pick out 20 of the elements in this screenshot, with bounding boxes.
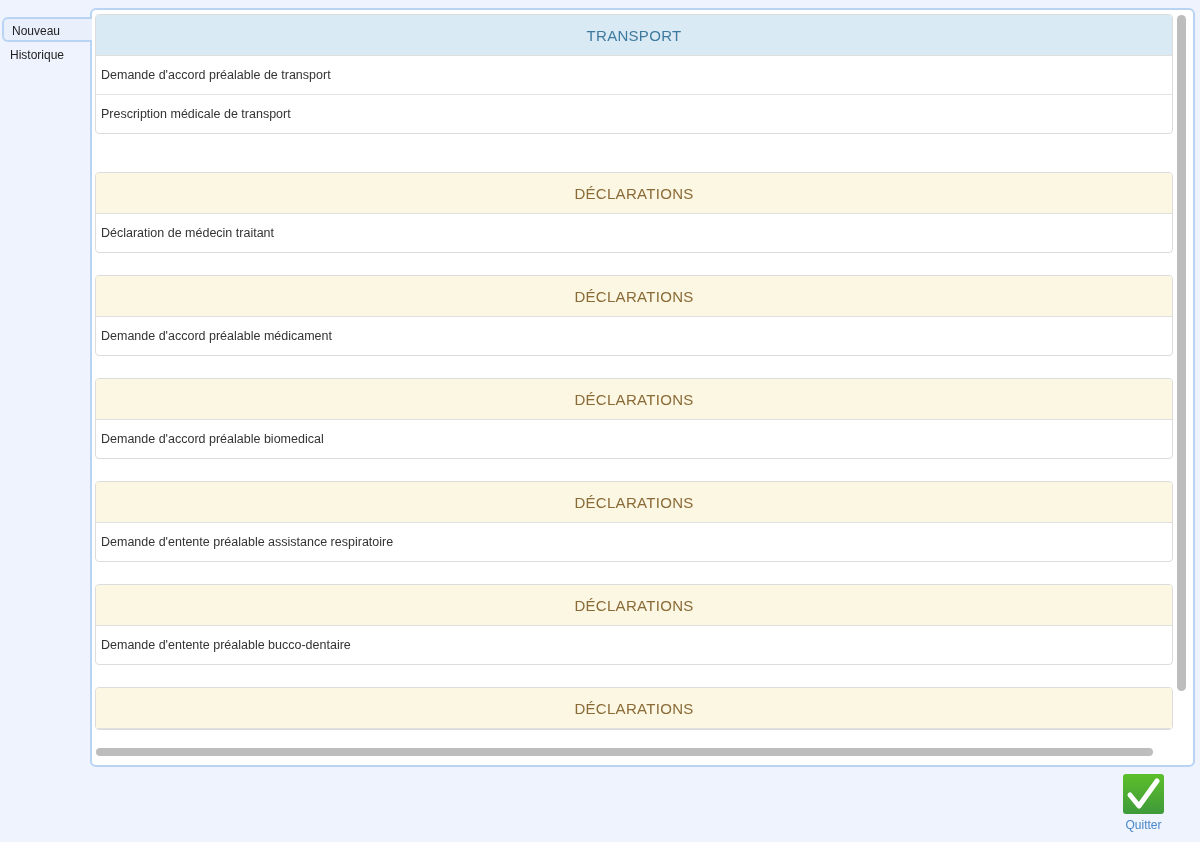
section-header: DÉCLARATIONS bbox=[96, 379, 1172, 420]
tab[interactable]: Historique bbox=[0, 42, 90, 67]
form-list-item[interactable]: Demande d'accord préalable biomedical bbox=[96, 420, 1172, 458]
form-list-item[interactable]: Demande d'entente préalable assistance respiratoire bbox=[96, 523, 1172, 561]
section-header: DÉCLARATIONS bbox=[96, 173, 1172, 214]
section-header: TRANSPORT bbox=[96, 15, 1172, 56]
checkmark-icon bbox=[1123, 774, 1164, 814]
section-header: DÉCLARATIONS bbox=[96, 276, 1172, 317]
form-list-item[interactable]: Prescription médicale de transport bbox=[96, 95, 1172, 133]
tab[interactable]: Nouveau bbox=[2, 17, 92, 42]
quit-button[interactable]: Quitter bbox=[1123, 774, 1164, 832]
vertical-scrollbar[interactable] bbox=[1177, 15, 1186, 691]
section-header: DÉCLARATIONS bbox=[96, 482, 1172, 523]
section-header: DÉCLARATIONS bbox=[96, 688, 1172, 729]
form-list-item[interactable]: Demande d'accord préalable de transport bbox=[96, 56, 1172, 95]
form-list-item[interactable]: Demande d'entente préalable bucco-dentaire bbox=[96, 626, 1172, 664]
form-list-item[interactable]: Déclaration de médecin traitant bbox=[96, 214, 1172, 252]
horizontal-scrollbar[interactable] bbox=[96, 748, 1153, 756]
form-list-item[interactable]: Demande d'accord préalable médicament bbox=[96, 317, 1172, 355]
section-header: DÉCLARATIONS bbox=[96, 585, 1172, 626]
